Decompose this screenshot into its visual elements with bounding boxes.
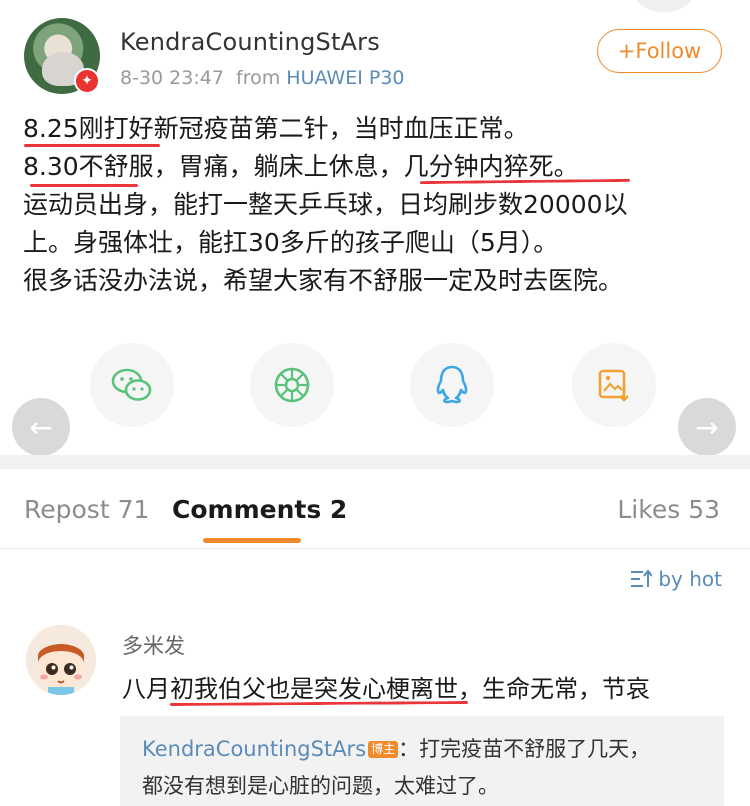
sort-button[interactable]: by hot bbox=[630, 567, 722, 591]
next-arrow-button[interactable]: → bbox=[678, 398, 736, 456]
author-badge: 博主 bbox=[368, 741, 399, 758]
red-underline-annotation bbox=[30, 184, 138, 187]
tab-repost[interactable]: Repost 71 bbox=[24, 495, 149, 524]
save-image-icon bbox=[598, 369, 629, 402]
commenter-avatar[interactable] bbox=[26, 625, 96, 695]
verified-badge-icon: ✦ bbox=[74, 68, 100, 94]
post-time: 8-30 23:47 bbox=[120, 67, 224, 89]
share-qq-button[interactable] bbox=[410, 343, 494, 427]
wechat-icon bbox=[111, 368, 152, 401]
tab-likes[interactable]: Likes 53 bbox=[617, 495, 720, 524]
qq-icon bbox=[436, 365, 468, 404]
top-scroll-indicator bbox=[634, 0, 694, 12]
arrow-right-icon: → bbox=[695, 410, 719, 444]
share-wechat-button[interactable] bbox=[90, 343, 174, 427]
author-name[interactable]: KendraCountingStArs bbox=[120, 28, 380, 56]
sort-icon bbox=[631, 569, 653, 587]
arrow-left-icon: ← bbox=[29, 410, 53, 444]
section-divider bbox=[0, 455, 750, 469]
comment-text: 八月初我伯父也是突发心梗离世，生命无常，节哀 bbox=[122, 675, 650, 703]
follow-button[interactable]: +Follow bbox=[597, 29, 722, 73]
from-label: from bbox=[236, 67, 281, 89]
reply-line: KendraCountingStArs 博主 ：打完疫苗不舒服了几天， bbox=[142, 733, 650, 763]
save-image-button[interactable] bbox=[572, 343, 656, 427]
follow-label: +Follow bbox=[617, 39, 702, 63]
post-line: 运动员出身，能打一整天乒乓球，日均刷步数20000以 bbox=[23, 190, 628, 219]
red-underline-annotation bbox=[24, 144, 160, 147]
tab-divider bbox=[0, 548, 750, 549]
sort-label: by hot bbox=[658, 567, 722, 591]
moments-icon bbox=[274, 367, 310, 403]
previous-arrow-button[interactable]: ← bbox=[12, 398, 70, 456]
tab-comments[interactable]: Comments 2 bbox=[172, 495, 347, 524]
post-meta: 8-30 23:47 from HUAWEI P30 bbox=[120, 67, 405, 89]
reply-text-continued: 都没有想到是心脏的问题，太难过了。 bbox=[142, 774, 499, 798]
device-name: HUAWEI P30 bbox=[286, 67, 405, 89]
post-line: 上。身强体壮，能扛30多斤的孩子爬山（5月）。 bbox=[23, 228, 559, 257]
post-body: 8.25刚打好新冠疫苗第二针，当时血压正常。 8.30不舒服，胃痛，躺床上休息，… bbox=[23, 110, 733, 300]
share-moments-button[interactable] bbox=[250, 343, 334, 427]
active-tab-indicator bbox=[203, 538, 301, 543]
cartoon-face-icon bbox=[26, 625, 96, 695]
reply-text: ：打完疫苗不舒服了几天， bbox=[398, 737, 651, 761]
post-line: 8.25刚打好新冠疫苗第二针，当时血压正常。 bbox=[23, 114, 529, 143]
post-line: 很多话没办法说，希望大家有不舒服一定及时去医院。 bbox=[23, 266, 624, 295]
commenter-name[interactable]: 多米发 bbox=[122, 630, 185, 660]
reply-author-name[interactable]: KendraCountingStArs bbox=[142, 737, 366, 761]
